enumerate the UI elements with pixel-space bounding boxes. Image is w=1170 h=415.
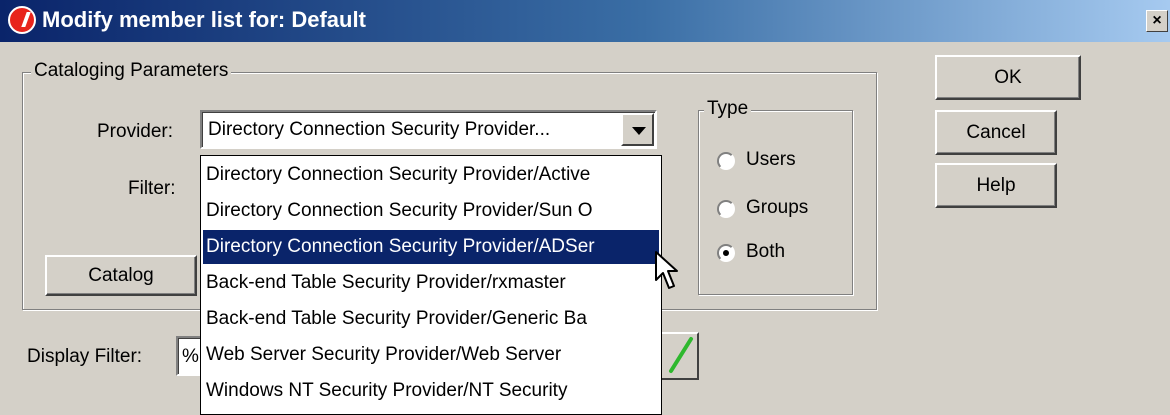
ok-button[interactable]: OK [935,55,1081,100]
provider-select-value: Directory Connection Security Provider..… [208,119,551,140]
provider-option-selected[interactable]: Directory Connection Security Provider/A… [203,230,659,264]
catalog-button[interactable]: Catalog [45,255,197,296]
radio-users[interactable]: Users [715,148,825,176]
help-button[interactable]: Help [935,163,1057,208]
chevron-down-icon[interactable] [621,113,654,146]
mouse-pointer-icon [655,251,678,289]
radio-both[interactable]: Both [715,240,825,268]
provider-option[interactable]: Back-end Table Security Provider/Generic… [203,302,659,336]
provider-option[interactable]: Directory Connection Security Provider/S… [203,194,659,228]
provider-dropdown-list[interactable]: Directory Connection Security Provider/A… [200,155,662,415]
provider-option[interactable]: Back-end Table Security Provider/rxmaste… [203,266,659,300]
catalog-button-label: Catalog [88,265,154,286]
radio-users-circle[interactable] [717,152,735,170]
provider-label: Provider: [97,121,174,142]
provider-option[interactable]: Directory Connection Security Provider/A… [203,158,659,192]
type-legend: Type [704,98,752,120]
radio-groups[interactable]: Groups [715,196,845,224]
app-logo-icon [8,6,36,34]
filter-label: Filter: [128,178,176,199]
title-bar: Modify member list for: Default × [0,0,1170,42]
help-button-label: Help [976,175,1016,196]
provider-select[interactable]: Directory Connection Security Provider..… [200,110,657,149]
cancel-button[interactable]: Cancel [935,110,1057,155]
cataloging-parameters-legend: Cataloging Parameters [31,60,232,82]
radio-groups-label: Groups [746,197,809,218]
display-filter-label: Display Filter: [27,346,143,367]
ok-button-label: OK [994,67,1022,88]
radio-both-label: Both [746,241,786,262]
provider-option[interactable]: Web Server Security Provider/Web Server [203,338,659,372]
display-filter-value: % [182,346,199,367]
radio-groups-circle[interactable] [717,200,735,218]
cancel-button-label: Cancel [966,122,1026,143]
radio-users-label: Users [746,149,796,170]
close-icon[interactable]: × [1146,10,1168,32]
window-title: Modify member list for: Default [42,7,366,32]
radio-both-circle[interactable] [717,244,735,262]
